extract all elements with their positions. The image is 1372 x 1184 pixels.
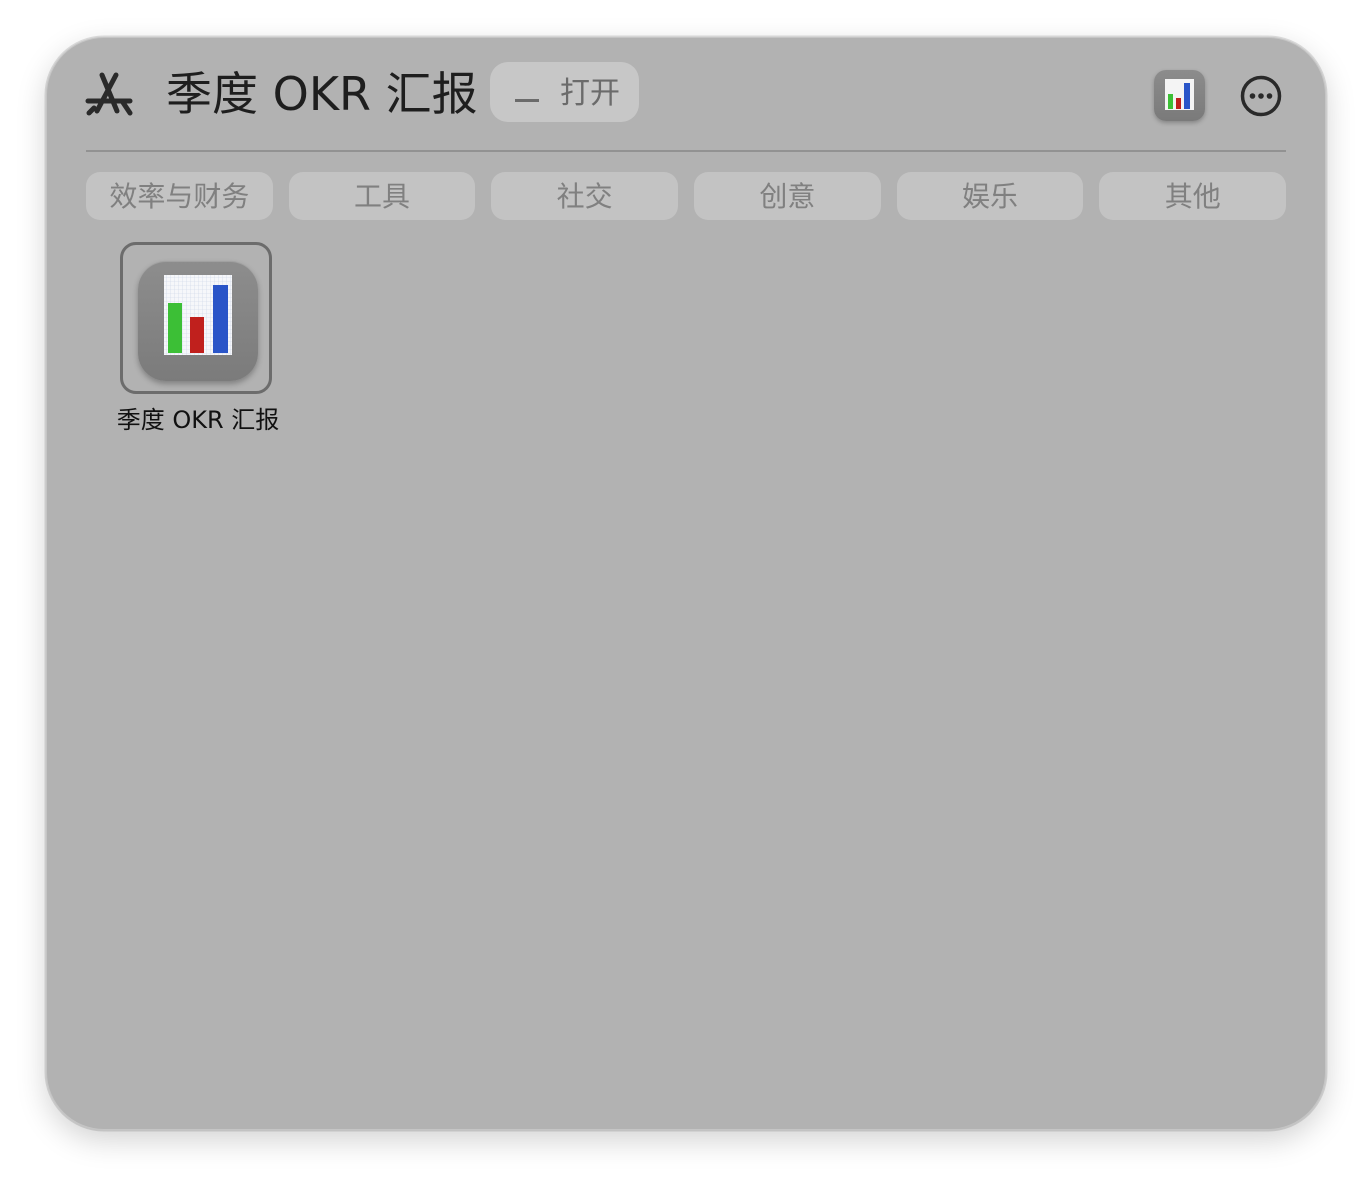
bar-chart-app-icon[interactable]	[138, 261, 258, 381]
app-grid-item-label: 季度 OKR 汇报	[116, 406, 280, 434]
tab-other[interactable]: 其他	[1099, 172, 1287, 220]
header-divider	[86, 150, 1286, 152]
category-tabs: 效率与财务 工具 社交 创意 娱乐 其他	[86, 172, 1287, 220]
app-title: 季度 OKR 汇报	[166, 67, 478, 121]
tab-productivity-finance[interactable]: 效率与财务	[86, 172, 273, 220]
open-button[interactable]: 打开	[490, 62, 639, 122]
bar-chart-glyph	[164, 275, 232, 355]
tab-entertainment[interactable]: 娱乐	[896, 172, 1084, 220]
ellipsis-circle-icon[interactable]	[1240, 75, 1282, 117]
bar-chart-app-icon[interactable]	[1154, 70, 1205, 121]
header: 季度 OKR 汇报 打开	[46, 37, 1326, 152]
open-button-label: 打开	[560, 76, 620, 111]
app-store-icon[interactable]	[83, 67, 135, 119]
bar-chart-glyph	[1165, 79, 1194, 110]
tab-creativity[interactable]: 创意	[694, 172, 881, 220]
app-window: 季度 OKR 汇报 打开 效率与财务 工具 社交 创意 娱乐 其他 季度 OKR…	[46, 37, 1326, 1130]
tab-utilities[interactable]: 工具	[288, 172, 476, 220]
tab-social[interactable]: 社交	[491, 172, 679, 220]
minus-icon	[515, 99, 539, 102]
